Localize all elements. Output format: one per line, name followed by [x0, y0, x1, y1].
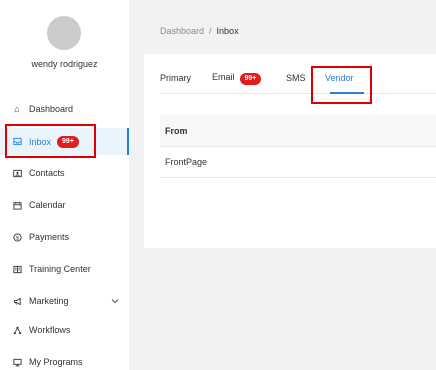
megaphone-icon	[12, 296, 22, 306]
breadcrumb: Dashboard / Inbox	[160, 26, 239, 36]
tab-primary[interactable]: Primary	[160, 73, 191, 83]
calendar-icon	[12, 200, 22, 210]
sidebar-item-my-programs[interactable]: My Programs	[0, 349, 129, 370]
inbox-highlight-box	[5, 124, 96, 158]
sidebar-item-dashboard[interactable]: ⌂ Dashboard	[0, 96, 129, 122]
sidebar-item-calendar[interactable]: Calendar	[0, 192, 129, 218]
sidebar-item-label: Marketing	[29, 296, 69, 306]
vendor-highlight-box	[311, 66, 372, 104]
table-row[interactable]: FrontPage	[160, 147, 436, 178]
sidebar-item-workflows[interactable]: Workflows	[0, 317, 129, 343]
column-header-from: From	[165, 125, 188, 136]
breadcrumb-separator: /	[209, 26, 212, 36]
sidebar-item-marketing[interactable]: Marketing	[0, 288, 129, 314]
avatar[interactable]	[47, 16, 81, 50]
workflow-icon	[12, 325, 22, 335]
breadcrumb-root-link[interactable]: Dashboard	[160, 26, 204, 36]
email-count-badge: 99+	[239, 73, 262, 85]
payments-icon: $	[12, 232, 22, 242]
sidebar-item-contacts[interactable]: Contacts	[0, 160, 129, 186]
sidebar-item-label: Payments	[29, 232, 70, 242]
sidebar-item-label: Calendar	[29, 200, 66, 210]
inbox-card: Primary Email 99+ SMS Vendor From FrontPa…	[144, 54, 436, 248]
table-cell-from: FrontPage	[165, 157, 208, 167]
tab-label: Email	[212, 72, 235, 82]
sidebar-item-training-center[interactable]: Training Center	[0, 256, 129, 282]
sidebar-item-label: My Programs	[29, 357, 83, 367]
sidebar-item-label: Dashboard	[29, 104, 74, 114]
sidebar: wendy rodriguez ⌂ Dashboard Inbox 99+ Co…	[0, 0, 129, 370]
sidebar-item-label: Workflows	[29, 325, 71, 335]
training-icon	[12, 264, 22, 274]
sidebar-item-label: Training Center	[29, 264, 91, 274]
contacts-icon	[12, 168, 22, 178]
sidebar-item-payments[interactable]: $ Payments	[0, 224, 129, 250]
chevron-down-icon[interactable]	[111, 296, 119, 306]
sidebar-item-label: Contacts	[29, 168, 65, 178]
tab-email[interactable]: Email 99+	[212, 72, 262, 85]
home-icon: ⌂	[14, 104, 20, 114]
tab-sms[interactable]: SMS	[286, 73, 306, 83]
svg-text:$: $	[15, 235, 18, 241]
monitor-icon	[12, 357, 22, 367]
inbox-tabs: Primary Email 99+ SMS Vendor	[160, 70, 436, 94]
user-name: wendy rodriguez	[31, 59, 98, 69]
breadcrumb-current: Inbox	[216, 26, 239, 36]
table-header: From	[160, 115, 436, 147]
